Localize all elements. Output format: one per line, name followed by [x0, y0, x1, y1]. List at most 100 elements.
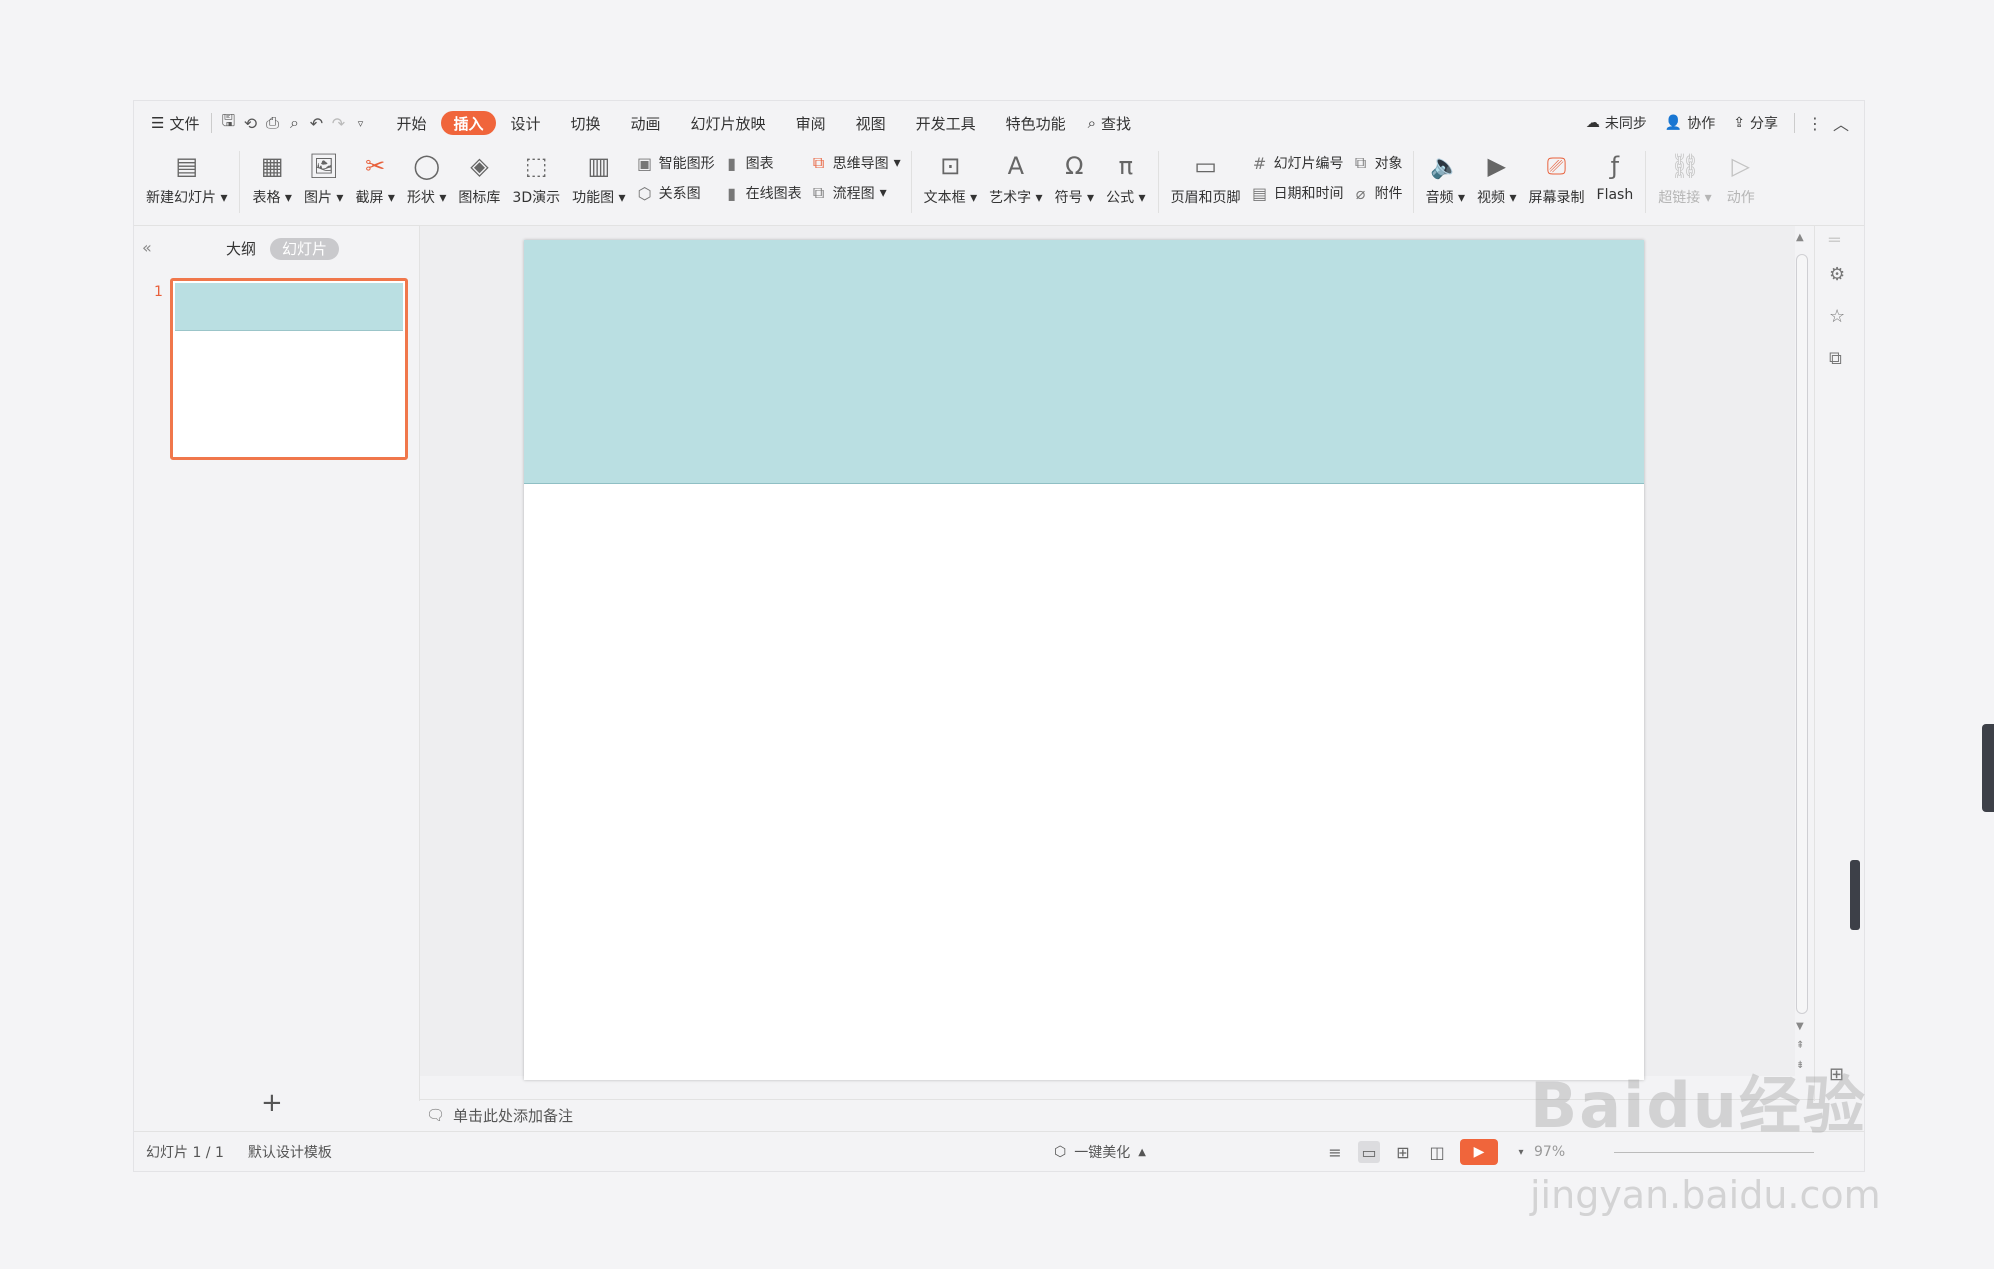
- search-button[interactable]: ⌕ 查找: [1081, 113, 1138, 134]
- screen-record-icon: ⎚: [1546, 152, 1567, 180]
- object-button[interactable]: ⧉ 对象: [1352, 153, 1403, 173]
- calendar-icon: ▤: [1252, 183, 1268, 203]
- save-icon[interactable]: 🖫: [217, 111, 239, 134]
- 3d-demo-button[interactable]: ⬚ 3D演示: [506, 145, 566, 207]
- transition-icon[interactable]: ⧉: [1829, 348, 1842, 369]
- header-rectangle-shape[interactable]: [524, 240, 1644, 484]
- add-slide-icon[interactable]: +: [261, 1088, 283, 1118]
- tab-start[interactable]: 开始: [381, 113, 441, 134]
- side-widget-secondary[interactable]: [1850, 860, 1860, 930]
- attachment-label: 附件: [1374, 186, 1403, 202]
- previous-slide-icon[interactable]: ⇞: [1796, 1040, 1804, 1051]
- date-time-button[interactable]: ▤ 日期和时间: [1251, 183, 1344, 203]
- reading-view-icon[interactable]: ◫: [1426, 1141, 1448, 1163]
- collaborate-button[interactable]: 👤 协作: [1658, 113, 1722, 133]
- chevron-down-icon[interactable]: ▾: [1510, 1141, 1532, 1163]
- wordart-button[interactable]: A 艺术字 ▾: [983, 145, 1048, 207]
- template-name[interactable]: 默认设计模板: [236, 1142, 344, 1162]
- sync-status[interactable]: ☁ 未同步: [1579, 113, 1654, 133]
- slide[interactable]: [524, 240, 1644, 1080]
- tab-special[interactable]: 特色功能: [991, 113, 1081, 134]
- scroll-down-icon[interactable]: ▼: [1796, 1021, 1804, 1032]
- mind-map-button[interactable]: ⧉ 思维导图 ▾: [810, 153, 901, 173]
- flash-label: Flash: [1596, 187, 1634, 203]
- online-chart-button[interactable]: ▮ 在线图表: [723, 183, 801, 203]
- symbol-label: 符号: [1054, 190, 1083, 206]
- normal-view-icon[interactable]: ▭: [1358, 1141, 1380, 1163]
- tab-review[interactable]: 审阅: [781, 113, 841, 134]
- action-button[interactable]: ▷ 动作: [1718, 145, 1764, 207]
- scroll-up-icon[interactable]: ▲: [1796, 232, 1804, 243]
- file-menu[interactable]: ☰ 文件: [144, 113, 206, 134]
- print-preview-icon[interactable]: ⌕: [283, 112, 305, 134]
- divider: [1412, 151, 1414, 213]
- collapse-panel-icon[interactable]: «: [142, 238, 152, 257]
- chart-button[interactable]: ▮ 图表: [723, 153, 802, 173]
- zoom-level[interactable]: 97%: [1534, 1144, 1565, 1160]
- more-options-icon[interactable]: ⋮: [1804, 112, 1826, 134]
- flowchart-button[interactable]: ⧉ 流程图 ▾: [810, 183, 901, 203]
- tab-view[interactable]: 视图: [841, 113, 901, 134]
- screen-record-button[interactable]: ⎚ 屏幕录制: [1523, 145, 1591, 207]
- formula-button[interactable]: π 公式 ▾: [1100, 145, 1151, 207]
- share-button[interactable]: ⇪ 分享: [1726, 113, 1785, 133]
- slide-number-button[interactable]: # 幻灯片编号: [1251, 153, 1344, 173]
- picture-button[interactable]: 🖼 图片 ▾: [298, 145, 349, 207]
- tab-outline[interactable]: 大纲: [214, 238, 268, 260]
- relation-chart-button[interactable]: ⬡ 关系图: [636, 183, 715, 203]
- function-chart-button[interactable]: ▥ 功能图 ▾: [566, 145, 631, 207]
- flowchart-icon: ⧉: [812, 183, 825, 202]
- header-footer-icon: ▭: [1194, 152, 1217, 180]
- file-menu-label: 文件: [169, 114, 200, 133]
- video-button[interactable]: ▶ 视频 ▾: [1471, 145, 1522, 207]
- audio-button[interactable]: 🔈 音频 ▾: [1420, 145, 1471, 207]
- tab-transition[interactable]: 切换: [556, 113, 616, 134]
- animation-star-icon[interactable]: ☆: [1829, 306, 1845, 327]
- flash-button[interactable]: ƒ Flash: [1591, 145, 1640, 203]
- smart-art-button[interactable]: ▣ 智能图形: [636, 153, 715, 173]
- zoom-slider[interactable]: [1614, 1152, 1814, 1153]
- format-painter-icon[interactable]: ⟲: [239, 112, 261, 134]
- play-slideshow-button[interactable]: ▶: [1460, 1139, 1498, 1165]
- scrollbar-thumb[interactable]: [1796, 254, 1808, 1014]
- side-widget[interactable]: [1982, 724, 1994, 812]
- textbox-button[interactable]: ⊡ 文本框 ▾: [918, 145, 983, 207]
- redo-icon[interactable]: ↷: [327, 112, 349, 134]
- chart-group: ▮ 图表 ▮ 在线图表: [719, 145, 806, 203]
- customize-quick-access-icon[interactable]: ▿: [349, 112, 371, 134]
- vertical-scrollbar[interactable]: ▲ ▼ ⇞ ⇟: [1792, 226, 1810, 1076]
- tab-insert[interactable]: 插入: [441, 111, 496, 135]
- beautify-label: 一键美化: [1074, 1145, 1131, 1161]
- tab-animation[interactable]: 动画: [616, 113, 676, 134]
- undo-icon[interactable]: ↶: [305, 112, 327, 134]
- tab-slides[interactable]: 幻灯片: [270, 238, 340, 260]
- object-group: ⧉ 对象 ⌀ 附件: [1348, 145, 1407, 203]
- new-slide-button[interactable]: ▤ 新建幻灯片 ▾: [140, 145, 233, 207]
- wordart-icon: A: [1007, 152, 1025, 180]
- beautify-button[interactable]: ⬡ 一键美化 ▲: [1054, 1142, 1146, 1162]
- attachment-button[interactable]: ⌀ 附件: [1352, 183, 1403, 203]
- slide-thumbnail[interactable]: [170, 278, 408, 460]
- shape-button[interactable]: ◯ 形状 ▾: [401, 145, 452, 207]
- screenshot-button[interactable]: ✂ 截屏 ▾: [349, 145, 400, 207]
- table-button[interactable]: ▦ 表格 ▾: [246, 145, 297, 207]
- collapse-ribbon-icon[interactable]: ︿: [1830, 112, 1852, 134]
- share-label: 分享: [1750, 116, 1778, 132]
- speaker-icon: 🔈: [1430, 152, 1461, 180]
- hyperlink-button[interactable]: ⛓ 超链接 ▾: [1652, 145, 1717, 207]
- tab-slideshow[interactable]: 幻灯片放映: [676, 113, 781, 134]
- new-slide-label: 新建幻灯片: [146, 190, 216, 206]
- header-footer-button[interactable]: ▭ 页眉和页脚: [1165, 145, 1247, 207]
- picture-label: 图片: [303, 190, 332, 206]
- tab-developer[interactable]: 开发工具: [901, 113, 991, 134]
- print-icon[interactable]: ⎙: [261, 112, 283, 134]
- sorter-view-icon[interactable]: ⊞: [1392, 1141, 1414, 1163]
- icon-library-button[interactable]: ◈ 图标库: [452, 145, 506, 207]
- symbol-button[interactable]: Ω 符号 ▾: [1049, 145, 1100, 207]
- tab-design[interactable]: 设计: [496, 113, 556, 134]
- notes-view-icon[interactable]: ≡: [1324, 1141, 1346, 1163]
- collaborate-label: 协作: [1687, 116, 1716, 132]
- object-label: 对象: [1374, 156, 1403, 172]
- video-label: 视频: [1477, 190, 1506, 206]
- properties-icon[interactable]: ⚙: [1829, 264, 1845, 285]
